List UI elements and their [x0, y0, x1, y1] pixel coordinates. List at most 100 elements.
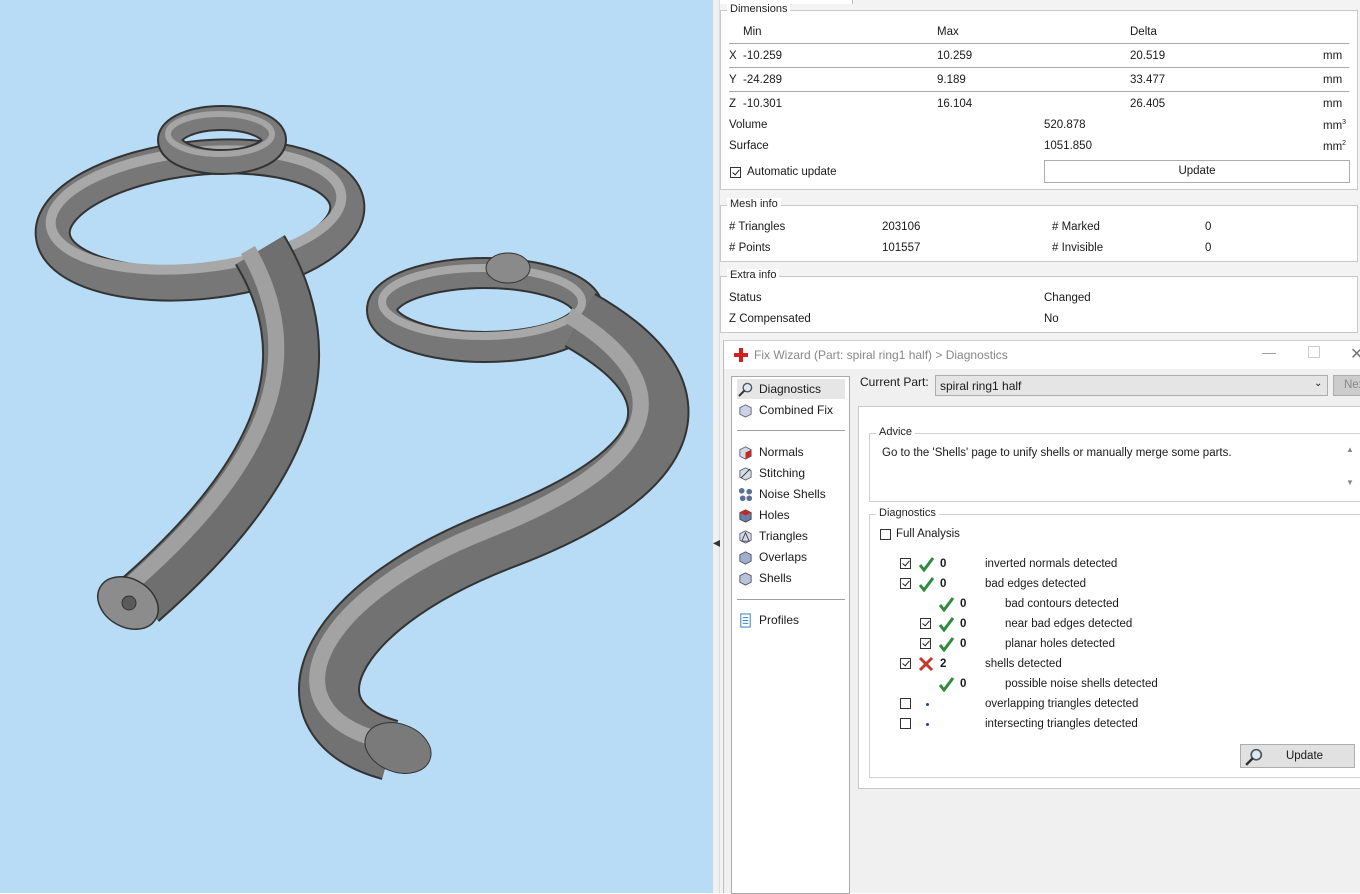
- automatic-update-checkbox[interactable]: [730, 167, 741, 178]
- sidebar-divider: [737, 599, 845, 600]
- extra-info-group: Extra info Status Changed Z Compensated …: [720, 269, 1358, 333]
- sidebar-label: Holes: [759, 508, 790, 522]
- sidebar-item-normals[interactable]: Normals: [737, 442, 845, 462]
- scroll-up-icon[interactable]: ▲: [1346, 445, 1354, 454]
- max-header: Max: [937, 26, 959, 38]
- intersecting-triangles-checkbox[interactable]: [900, 718, 911, 729]
- diag-count: 0: [960, 678, 967, 690]
- diag-row-bad-contours: 0 bad contours detected: [870, 595, 1350, 613]
- sidebar-item-triangles[interactable]: Triangles: [737, 526, 845, 546]
- y-min: -24.289: [743, 74, 783, 86]
- diag-label: possible noise shells detected: [1005, 678, 1158, 690]
- y-unit: mm: [1323, 74, 1343, 86]
- next-button[interactable]: Nex: [1333, 375, 1360, 396]
- status-label: Status: [729, 292, 762, 304]
- sidebar-label: Normals: [759, 445, 804, 459]
- inverted-normals-checkbox[interactable]: [900, 558, 911, 569]
- advice-text: Go to the 'Shells' page to unify shells …: [882, 447, 1232, 459]
- diag-label: bad edges detected: [985, 578, 1087, 590]
- x-delta: 20.519: [1130, 50, 1166, 62]
- y-delta: 33.477: [1130, 74, 1166, 86]
- sidebar-item-holes[interactable]: Holes: [737, 505, 845, 525]
- normals-icon: [739, 446, 752, 460]
- shells-icon: [739, 572, 752, 586]
- dimensions-update-button[interactable]: Update: [1044, 160, 1350, 183]
- diagnostics-title: Diagnostics: [876, 507, 939, 519]
- overlapping-triangles-checkbox[interactable]: [900, 698, 911, 709]
- points-value: 101557: [882, 242, 921, 254]
- minimize-icon[interactable]: —: [1262, 344, 1276, 360]
- checkmark-icon: [938, 637, 954, 652]
- triangles-label: # Triangles: [729, 221, 786, 233]
- sidebar-item-combined-fix[interactable]: Combined Fix: [737, 400, 845, 420]
- wizard-title: Fix Wizard (Part: spiral ring1 half) > D…: [754, 348, 1008, 362]
- advice-title: Advice: [876, 426, 916, 438]
- z-unit: mm: [1323, 98, 1343, 110]
- checkmark-icon: [938, 597, 954, 612]
- update-label: Update: [1285, 750, 1324, 762]
- near-bad-edges-checkbox[interactable]: [920, 618, 931, 629]
- 3d-viewport[interactable]: [0, 0, 713, 893]
- sidebar-label: Noise Shells: [759, 487, 826, 501]
- diag-label: shells detected: [985, 658, 1062, 670]
- y-max: 9.189: [937, 74, 966, 86]
- sidebar-label: Stitching: [759, 466, 806, 480]
- sidebar-item-profiles[interactable]: Profiles: [737, 610, 845, 630]
- sidebar-divider: [737, 430, 845, 431]
- diag-label: intersecting triangles detected: [985, 718, 1138, 730]
- diag-label: bad contours detected: [1005, 598, 1119, 610]
- sidebar-item-shells[interactable]: Shells: [737, 568, 845, 588]
- z-compensated-label: Z Compensated: [729, 313, 811, 325]
- status-value: Changed: [1044, 292, 1091, 304]
- spiral-models: [34, 105, 690, 780]
- current-part-select[interactable]: spiral ring1 half ⌄: [935, 375, 1328, 396]
- scroll-down-icon[interactable]: ▼: [1346, 478, 1354, 487]
- sidebar-label: Triangles: [759, 529, 808, 543]
- diagnostics-update-button[interactable]: Update: [1240, 744, 1355, 768]
- sidebar-label: Shells: [759, 571, 792, 585]
- shells-checkbox[interactable]: [900, 658, 911, 669]
- full-analysis-checkbox[interactable]: [880, 529, 891, 540]
- sidebar-item-overlaps[interactable]: Overlaps: [737, 547, 845, 567]
- diagnostics-group: Diagnostics Full Analysis 0 inverted nor…: [869, 507, 1360, 778]
- panel-splitter[interactable]: ◀: [713, 0, 721, 893]
- diag-count: 0: [960, 618, 967, 630]
- checkmark-icon: [938, 617, 954, 632]
- triangles-icon: [739, 530, 752, 544]
- chevron-down-icon: ⌄: [1314, 378, 1323, 389]
- close-icon[interactable]: ✕: [1350, 344, 1360, 364]
- surface-value: 1051.850: [1044, 140, 1092, 152]
- current-part-value: spiral ring1 half: [940, 379, 1022, 393]
- diag-count: 0: [940, 578, 947, 590]
- current-part-label: Current Part:: [860, 375, 929, 389]
- invisible-value: 0: [1205, 242, 1212, 254]
- maximize-icon[interactable]: [1308, 346, 1320, 358]
- sidebar-item-diagnostics[interactable]: Diagnostics: [737, 379, 845, 399]
- medical-cross-icon: [734, 348, 748, 362]
- volume-value: 520.878: [1044, 119, 1086, 131]
- wizard-titlebar[interactable]: Fix Wizard (Part: spiral ring1 half) > D…: [724, 341, 1360, 369]
- min-header: Min: [743, 26, 762, 38]
- divider: [729, 91, 1349, 92]
- z-compensated-value: No: [1044, 313, 1059, 325]
- sidebar-item-noise-shells[interactable]: Noise Shells: [737, 484, 845, 504]
- sidebar-label: Diagnostics: [759, 382, 822, 396]
- automatic-update-label: Automatic update: [747, 166, 837, 178]
- sidebar-item-stitching[interactable]: Stitching: [737, 463, 845, 483]
- diag-count: 2: [940, 658, 947, 670]
- magnifier-icon: [1245, 748, 1263, 766]
- points-label: # Points: [729, 242, 771, 254]
- planar-holes-checkbox[interactable]: [920, 638, 931, 649]
- delta-header: Delta: [1130, 26, 1157, 38]
- bad-edges-checkbox[interactable]: [900, 578, 911, 589]
- profiles-icon: [740, 613, 751, 628]
- z-delta: 26.405: [1130, 98, 1166, 110]
- diag-row-shells: 2 shells detected: [870, 655, 1350, 673]
- volume-unit: mm3: [1323, 119, 1347, 132]
- z-axis-label: Z: [729, 98, 737, 110]
- x-unit: mm: [1323, 50, 1343, 62]
- diag-label: overlapping triangles detected: [985, 698, 1139, 710]
- right-spiral-model: [298, 252, 690, 780]
- diag-count: 0: [960, 638, 967, 650]
- advice-group: Advice Go to the 'Shells' page to unify …: [869, 426, 1360, 502]
